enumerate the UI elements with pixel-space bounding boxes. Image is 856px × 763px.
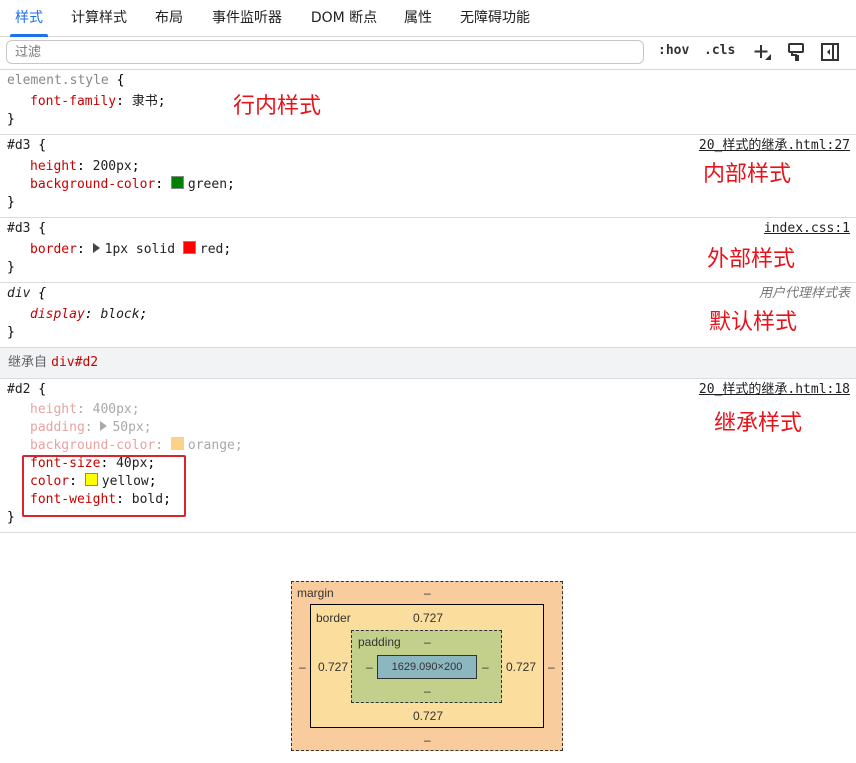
source-link[interactable]: index.css:1 [764, 220, 850, 238]
padding-label: padding [358, 635, 401, 649]
property-name[interactable]: padding [30, 420, 85, 435]
property-value[interactable]: 200px [93, 159, 132, 174]
rule-selector: element.style [7, 73, 109, 88]
color-swatch[interactable] [182, 241, 196, 254]
tab-layout[interactable]: 布局 [146, 0, 192, 36]
rule-selector: #d2 [7, 382, 31, 397]
tab-computed[interactable]: 计算样式 [62, 0, 136, 36]
tab-dom-breakpoints[interactable]: DOM 断点 [302, 0, 386, 36]
rule-open-brace: { [30, 221, 47, 236]
margin-label: margin [297, 586, 334, 600]
filter-input[interactable] [6, 40, 644, 64]
border-left-value[interactable]: 0.727 [318, 660, 348, 674]
padding-left-value[interactable]: – [366, 660, 373, 674]
property-name[interactable]: border [30, 242, 77, 257]
rule-selector: #d3 [7, 138, 31, 153]
border-right-value[interactable]: 0.727 [506, 660, 536, 674]
property-line: display: block; [30, 307, 148, 322]
property-name[interactable]: height [30, 402, 77, 417]
class-toggle-button[interactable]: .cls [704, 43, 735, 58]
expand-triangle-icon[interactable] [100, 421, 108, 431]
property-value[interactable]: 400px [93, 402, 132, 417]
tab-properties[interactable]: 属性 [396, 0, 440, 36]
property-value[interactable]: 50px [112, 420, 143, 435]
property-value[interactable]: green [188, 177, 227, 192]
tab-styles[interactable]: 样式 [4, 0, 54, 37]
rule-open-brace: { [30, 138, 47, 153]
padding-top-value[interactable]: – [424, 635, 431, 649]
property-value[interactable]: 1px solid [105, 242, 175, 257]
inherited-element-link[interactable]: div#d2 [51, 355, 98, 370]
toggle-sidebar-icon[interactable] [820, 42, 840, 62]
rule-close-brace: } [7, 325, 15, 340]
property-value: block [100, 307, 140, 322]
annotation-inherited-style: 继承样式 [714, 411, 803, 436]
styles-toolbar: :hov .cls [0, 37, 856, 70]
tab-accessibility[interactable]: 无障碍功能 [452, 0, 538, 36]
color-swatch[interactable] [170, 437, 184, 450]
new-style-rule-icon[interactable] [752, 42, 772, 62]
property-name[interactable]: background-color [30, 177, 155, 192]
property-value[interactable]: 隶书 [132, 94, 158, 109]
border-bottom-value[interactable]: 0.727 [413, 709, 443, 723]
property-line-inactive[interactable]: height: 400px; [30, 401, 140, 419]
border-label: border [316, 611, 351, 625]
rule-close-brace: } [7, 195, 15, 210]
color-swatch[interactable] [170, 176, 184, 189]
rule-selector: #d3 [7, 221, 31, 236]
property-line-inactive[interactable]: background-color: orange; [30, 437, 243, 455]
highlight-box [22, 455, 186, 517]
property-name[interactable]: height [30, 159, 77, 174]
user-agent-stylesheet-label: 用户代理样式表 [758, 286, 850, 301]
rule-open-brace: { [30, 286, 47, 301]
margin-bottom-value[interactable]: – [424, 733, 431, 747]
property-line[interactable]: border: 1px solid red; [30, 241, 231, 259]
rule-selector: div [7, 286, 31, 301]
annotation-external-style: 外部样式 [707, 247, 796, 272]
rule-close-brace: } [7, 260, 15, 275]
margin-left-value[interactable]: – [299, 660, 306, 674]
property-name: display [30, 307, 85, 322]
source-link[interactable]: 20_样式的继承.html:18 [699, 381, 850, 399]
box-model-content[interactable]: 1629.090×200 [377, 655, 477, 679]
margin-top-value[interactable]: – [424, 586, 431, 600]
source-link[interactable]: 20_样式的继承.html:27 [699, 137, 850, 155]
hover-state-button[interactable]: :hov [658, 43, 689, 58]
padding-bottom-value[interactable]: – [424, 684, 431, 698]
annotation-inline-style: 行内样式 [233, 94, 322, 119]
annotation-internal-style: 内部样式 [703, 162, 792, 187]
inline-style-rule: element.style { font-family: 隶书; } [0, 70, 856, 135]
property-line[interactable]: background-color: green; [30, 176, 235, 194]
property-name[interactable]: background-color [30, 438, 155, 453]
styles-tab-bar: 样式 计算样式 布局 事件监听器 DOM 断点 属性 无障碍功能 [0, 0, 856, 37]
property-value-color[interactable]: red [200, 242, 223, 257]
border-top-value[interactable]: 0.727 [413, 611, 443, 625]
margin-right-value[interactable]: – [548, 660, 555, 674]
property-line[interactable]: height: 200px; [30, 158, 140, 176]
property-name[interactable]: font-family [30, 94, 116, 109]
property-line-inactive[interactable]: padding: 50px; [30, 419, 152, 437]
rule-open-brace: { [108, 73, 125, 88]
rule-close-brace: } [7, 510, 15, 525]
paint-brush-icon[interactable] [786, 42, 806, 62]
tab-event-listeners[interactable]: 事件监听器 [202, 0, 292, 36]
property-value[interactable]: orange [188, 438, 235, 453]
property-line[interactable]: font-family: 隶书; [30, 93, 166, 111]
inherited-from-header: 继承自 div#d2 [0, 348, 856, 379]
inherited-prefix: 继承自 [8, 355, 48, 370]
expand-triangle-icon[interactable] [92, 243, 100, 253]
rule-open-brace: { [30, 382, 47, 397]
padding-right-value[interactable]: – [482, 660, 489, 674]
rule-close-brace: } [7, 112, 15, 127]
annotation-default-style: 默认样式 [709, 310, 798, 335]
